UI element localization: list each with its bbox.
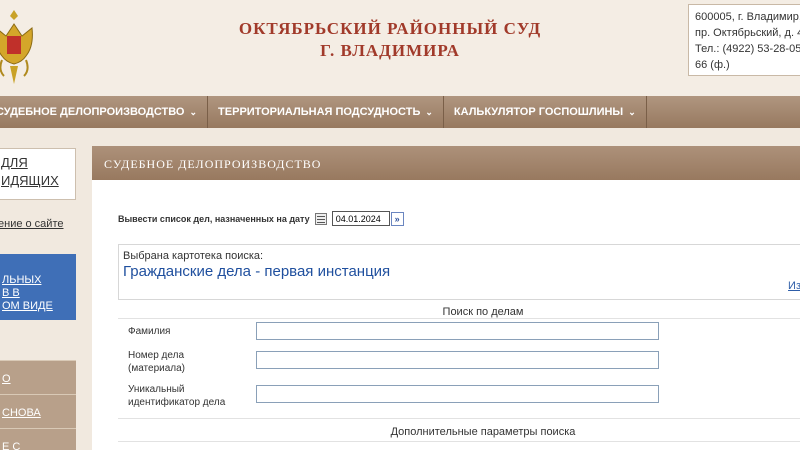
sidebar-blue-line: В В <box>2 287 20 299</box>
nav-item-case-management[interactable]: СУДЕБНОЕ ДЕЛОПРОИЗВОДСТВО ⌄ <box>0 96 209 128</box>
case-number-label-text: Номер дела <box>128 350 185 361</box>
surname-input[interactable] <box>256 322 659 340</box>
sidebar-blue-line: ЛЬНЫХ <box>2 274 42 286</box>
nav-item-label: КАЛЬКУЛЯТОР ГОСПОШЛИНЫ <box>453 106 624 118</box>
sidebar-item[interactable]: Е С <box>0 428 76 450</box>
court-title-line1: ОКТЯБРЬСКИЙ РАЙОННЫЙ СУД <box>238 19 542 38</box>
chevron-down-icon: ⌄ <box>425 106 433 117</box>
case-number-label: Номер дела (материала) <box>128 349 185 375</box>
site-header: ОКТЯБРЬСКИЙ РАЙОННЫЙ СУД Г. ВЛАДИМИРА 60… <box>0 0 800 96</box>
case-number-label-text: (материала) <box>128 363 186 374</box>
sidebar-visitors-line: ИДЯЩИХ <box>1 173 59 188</box>
nav-item-label: ТЕРРИТОРИАЛЬНАЯ ПОДСУДНОСТЬ <box>218 106 421 118</box>
sidebar-accessible-version-link[interactable]: ЛЬНЫХ В В ОМ ВИДЕ <box>0 254 76 320</box>
nav-item-territorial-jurisdiction[interactable]: ТЕРРИТОРИАЛЬНАЯ ПОДСУДНОСТЬ ⌄ <box>208 96 444 128</box>
chevron-down-icon: ⌄ <box>628 106 636 117</box>
address-line: 600005, г. Владимир, <box>695 11 800 23</box>
surname-label: Фамилия <box>128 325 170 338</box>
date-filter-row: Вывести список дел, назначенных на дату … <box>118 211 404 226</box>
divider <box>118 418 800 419</box>
section-title: СУДЕБНОЕ ДЕЛОПРОИЗВОДСТВО <box>92 146 800 180</box>
nav-item-label: СУДЕБНОЕ ДЕЛОПРОИЗВОДСТВО <box>0 106 185 118</box>
address-box: 600005, г. Владимир, пр. Октябрьский, д.… <box>688 4 800 76</box>
divider <box>118 441 800 442</box>
coat-of-arms-icon <box>0 10 33 84</box>
date-input[interactable] <box>331 211 390 226</box>
phone-line: 66 (ф.) <box>695 59 730 71</box>
sidebar-item[interactable]: О <box>0 360 76 394</box>
search-section-title: Поиск по делам <box>442 306 524 318</box>
selected-database-label: Выбрана картотека поиска: <box>123 250 264 262</box>
calendar-icon[interactable] <box>314 212 327 225</box>
nav-item-fee-calculator[interactable]: КАЛЬКУЛЯТОР ГОСПОШЛИНЫ ⌄ <box>444 96 647 128</box>
phone-line: Тел.: (4922) 53-28-05, <box>695 43 800 55</box>
selected-database-value: Гражданские дела - первая инстанция <box>123 263 391 280</box>
sidebar-visitors-link[interactable]: ДЛЯ ИДЯЩИХ <box>0 148 76 200</box>
address-line: пр. Октябрьский, д. 4 <box>695 27 800 39</box>
change-database-link[interactable]: Из <box>788 280 800 292</box>
date-filter-label: Вывести список дел, назначенных на дату <box>118 213 310 224</box>
selected-database-box: Выбрана картотека поиска: Гражданские де… <box>118 244 800 300</box>
main-content: Вывести список дел, назначенных на дату … <box>92 180 800 450</box>
advanced-search-title[interactable]: Дополнительные параметры поиска <box>118 426 800 438</box>
sidebar-visitors-line: ДЛЯ <box>1 155 28 170</box>
sidebar-blue-line: ОМ ВИДЕ <box>2 300 53 312</box>
court-title-line2: Г. ВЛАДИМИРА <box>320 41 460 60</box>
show-cases-button[interactable]: » <box>390 211 404 226</box>
sidebar-item[interactable]: СНОВА <box>0 394 76 428</box>
chevron-down-icon: ⌄ <box>189 106 198 117</box>
case-number-input[interactable] <box>256 351 659 369</box>
sidebar-site-info-link[interactable]: ение о сайте <box>0 218 63 230</box>
case-uid-input[interactable] <box>256 385 659 403</box>
divider <box>118 318 800 319</box>
case-uid-label-text: идентификатор дела <box>128 397 226 408</box>
case-uid-label-text: Уникальный <box>128 384 185 395</box>
top-nav: СУДЕБНОЕ ДЕЛОПРОИЗВОДСТВО ⌄ ТЕРРИТОРИАЛЬ… <box>0 96 800 128</box>
court-title: ОКТЯБРЬСКИЙ РАЙОННЫЙ СУД Г. ВЛАДИМИРА <box>190 18 590 62</box>
left-sidebar: ДЛЯ ИДЯЩИХ ение о сайте ЛЬНЫХ В В ОМ ВИД… <box>0 128 76 450</box>
case-uid-label: Уникальный идентификатор дела <box>128 383 225 409</box>
surname-label-text: Фамилия <box>128 326 171 337</box>
